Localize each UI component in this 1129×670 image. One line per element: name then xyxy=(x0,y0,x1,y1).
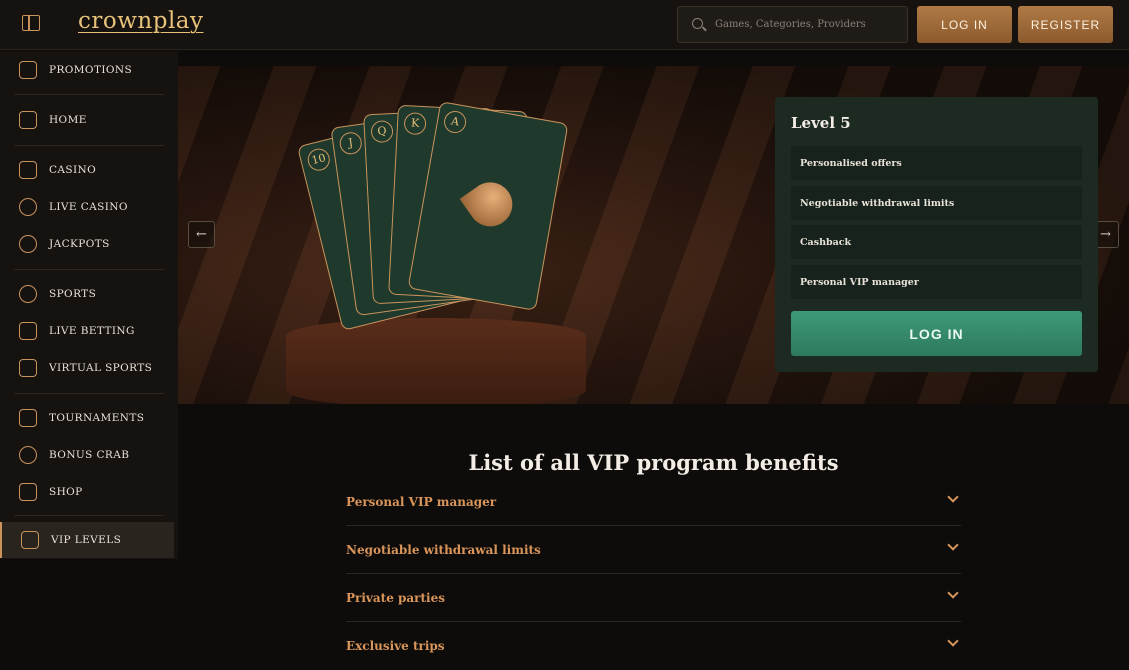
benefit-accordion-item[interactable]: Exclusive trips xyxy=(346,622,961,670)
logo[interactable]: crownplay xyxy=(78,8,204,34)
search-icon xyxy=(692,18,703,29)
chevron-down-icon xyxy=(947,491,959,503)
sidebar-item-label: TOURNAMENTS xyxy=(49,412,145,424)
chevron-down-icon xyxy=(947,539,959,551)
level-panel: Level 5 Personalised offers Negotiable w… xyxy=(775,97,1098,372)
spade-icon xyxy=(19,198,37,216)
chevron-down-icon xyxy=(947,635,959,647)
sidebar-divider xyxy=(14,393,164,394)
sidebar-item-live-casino[interactable]: LIVE CASINO xyxy=(0,189,178,225)
benefit-label: Negotiable withdrawal limits xyxy=(346,543,541,557)
sidebar-item-label: JACKPOTS xyxy=(49,238,110,250)
login-button[interactable]: LOG IN xyxy=(917,6,1012,43)
clover-icon xyxy=(19,235,37,253)
sidebar-item-label: SHOP xyxy=(49,486,83,498)
sidebar-item-label: LIVE CASINO xyxy=(49,201,128,213)
sidebar-divider xyxy=(14,515,164,516)
live-betting-icon xyxy=(19,322,37,340)
crown-icon xyxy=(21,531,39,549)
sidebar-item-casino[interactable]: CASINO xyxy=(0,152,178,188)
benefit-label: Private parties xyxy=(346,591,445,605)
sidebar-item-label: HOME xyxy=(49,114,87,126)
sidebar-item-label: VIP LEVELS xyxy=(51,534,122,546)
sidebar-item-sports[interactable]: SPORTS xyxy=(0,276,178,312)
level-title: Level 5 xyxy=(791,114,851,132)
gift-icon xyxy=(19,61,37,79)
card-rank: 10 xyxy=(305,146,333,173)
sidebar-divider xyxy=(14,269,164,270)
sidebar-item-tournaments[interactable]: TOURNAMENTS xyxy=(0,400,178,436)
sidebar: PROMOTIONS HOME CASINO LIVE CASINO JACKP… xyxy=(0,51,178,559)
search-box[interactable] xyxy=(677,6,908,43)
perk-item: Cashback xyxy=(791,225,1082,259)
sidebar-item-vip-levels[interactable]: VIP LEVELS xyxy=(0,522,174,558)
benefit-label: Personal VIP manager xyxy=(346,495,497,509)
soccer-ball-icon xyxy=(19,285,37,303)
slot-machine-icon xyxy=(19,161,37,179)
perk-item: Negotiable withdrawal limits xyxy=(791,186,1082,220)
panel-login-button[interactable]: LOG IN xyxy=(791,311,1082,356)
card-rank: J xyxy=(338,130,364,156)
register-button[interactable]: REGISTER xyxy=(1018,6,1113,43)
spade-icon xyxy=(459,173,521,236)
sidebar-item-shop[interactable]: SHOP xyxy=(0,474,178,510)
pedestal-image xyxy=(286,318,586,404)
sidebar-item-label: VIRTUAL SPORTS xyxy=(49,362,153,374)
sidebar-item-label: BONUS CRAB xyxy=(49,449,130,461)
gamepad-icon xyxy=(19,359,37,377)
sidebar-toggle-icon[interactable] xyxy=(22,15,40,31)
carousel-prev-button[interactable]: ← xyxy=(188,221,215,248)
sidebar-item-label: CASINO xyxy=(49,164,97,176)
card-rank: Q xyxy=(370,120,394,144)
sidebar-item-label: SPORTS xyxy=(49,288,97,300)
benefit-label: Exclusive trips xyxy=(346,639,445,653)
shop-icon xyxy=(19,483,37,501)
sidebar-item-home[interactable]: HOME xyxy=(0,102,178,138)
search-input[interactable] xyxy=(715,7,905,42)
sidebar-item-label: LIVE BETTING xyxy=(49,325,135,337)
perk-item: Personal VIP manager xyxy=(791,265,1082,299)
sidebar-item-live-betting[interactable]: LIVE BETTING xyxy=(0,313,178,349)
benefit-accordion-item[interactable]: Negotiable withdrawal limits xyxy=(346,526,961,574)
crab-icon xyxy=(19,446,37,464)
sidebar-item-virtual-sports[interactable]: VIRTUAL SPORTS xyxy=(0,350,178,386)
sidebar-item-bonus-crab[interactable]: BONUS CRAB xyxy=(0,437,178,473)
home-icon xyxy=(19,111,37,129)
sidebar-item-label: PROMOTIONS xyxy=(49,64,133,76)
sidebar-divider xyxy=(14,94,164,95)
top-bar: crownplay LOG IN REGISTER xyxy=(0,0,1129,50)
benefit-accordion-item[interactable]: Personal VIP manager xyxy=(346,478,961,526)
benefits-title: List of all VIP program benefits xyxy=(468,450,839,475)
sidebar-item-jackpots[interactable]: JACKPOTS xyxy=(0,226,178,262)
card-rank: K xyxy=(403,112,427,136)
trophy-icon xyxy=(19,409,37,427)
sidebar-item-promotions[interactable]: PROMOTIONS xyxy=(0,52,178,88)
card-rank: A xyxy=(442,109,468,135)
perk-item: Personalised offers xyxy=(791,146,1082,180)
benefit-accordion-item[interactable]: Private parties xyxy=(346,574,961,622)
chevron-down-icon xyxy=(947,587,959,599)
sidebar-divider xyxy=(14,145,164,146)
